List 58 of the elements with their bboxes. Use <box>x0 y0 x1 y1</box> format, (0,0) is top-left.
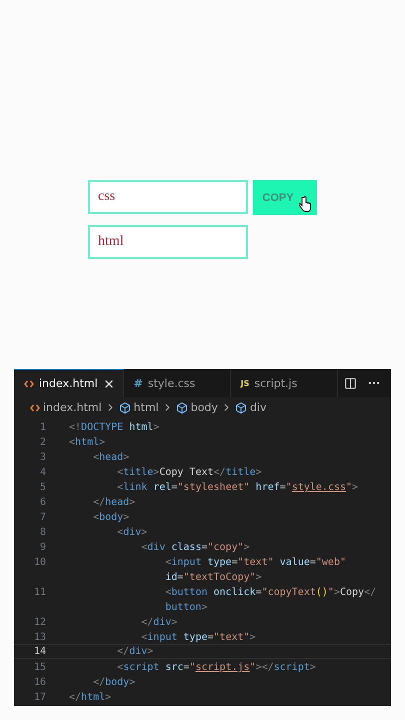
text-input[interactable]: css <box>88 180 248 214</box>
line-number: 2 <box>38 436 46 448</box>
code-brackets-icon <box>24 380 34 388</box>
line-number: 8 <box>38 526 46 538</box>
code-line: </body> <box>92 676 136 690</box>
line-number: 17 <box>32 691 46 703</box>
code-line: </div> <box>140 616 178 630</box>
code-line: id="textToCopy"> <box>164 571 263 585</box>
code-line: </head> <box>92 496 136 510</box>
tab-label: index.html <box>39 377 98 390</box>
code-line: <title>Copy Text</title> <box>116 466 262 480</box>
code-line: <div> <box>116 526 148 540</box>
file-tab[interactable]: JS script.js <box>230 369 338 397</box>
code-line: </html> <box>69 691 112 705</box>
code-line: button> <box>164 601 208 615</box>
cube-icon <box>234 402 247 414</box>
file-tab[interactable]: index.html <box>14 369 124 397</box>
cube-icon <box>176 402 188 414</box>
code-line: <input type="text" value="web" <box>164 556 346 570</box>
code-line: <script src="script.js"></script> <box>116 661 316 675</box>
code-line: <!DOCTYPE html> <box>69 421 160 435</box>
line-number: 15 <box>32 661 46 673</box>
code-line: <link rel="stylesheet" href="style.css"> <box>116 481 358 495</box>
line-number: 5 <box>38 481 46 493</box>
breadcrumb-item[interactable]: div <box>250 401 266 414</box>
line-number: 13 <box>32 631 46 643</box>
code-line: </div> <box>116 645 154 658</box>
tab-label: script.js <box>254 377 298 390</box>
code-line: <button onclick="copyText()">Copy</ <box>164 586 376 600</box>
line-number: 4 <box>38 466 46 478</box>
line-number: 7 <box>38 511 46 523</box>
tab-label: style.css <box>148 377 196 390</box>
breadcrumb-item[interactable]: index.html <box>43 401 102 414</box>
code-brackets-icon <box>30 404 40 412</box>
code-line: <input type="text"> <box>140 631 256 645</box>
line-number: 11 <box>32 586 46 600</box>
code-line: <body> <box>92 511 130 525</box>
file-type-label: # <box>134 377 143 390</box>
line-number: 9 <box>38 541 46 553</box>
code-line: <div class="copy"> <box>140 541 250 555</box>
cube-icon <box>118 402 131 414</box>
breadcrumb-item[interactable]: body <box>190 401 218 414</box>
hand-cursor-icon <box>299 196 311 212</box>
line-number: 14 <box>32 645 46 658</box>
file-type-label: JS <box>240 379 250 388</box>
code-line: <head> <box>92 451 130 465</box>
breadcrumb-item[interactable]: html <box>134 401 159 414</box>
close-icon[interactable] <box>102 378 115 390</box>
line-number: 10 <box>32 556 46 570</box>
code-line: <html> <box>69 436 106 450</box>
line-number: 3 <box>38 451 46 463</box>
file-tab[interactable]: # style.css <box>124 369 231 397</box>
split-editor-icon[interactable] <box>344 376 357 390</box>
line-number: 16 <box>32 676 46 688</box>
line-number: 1 <box>38 421 46 433</box>
line-number: 6 <box>38 496 46 508</box>
line-number: 12 <box>32 616 46 628</box>
text-input[interactable]: html <box>88 225 248 259</box>
